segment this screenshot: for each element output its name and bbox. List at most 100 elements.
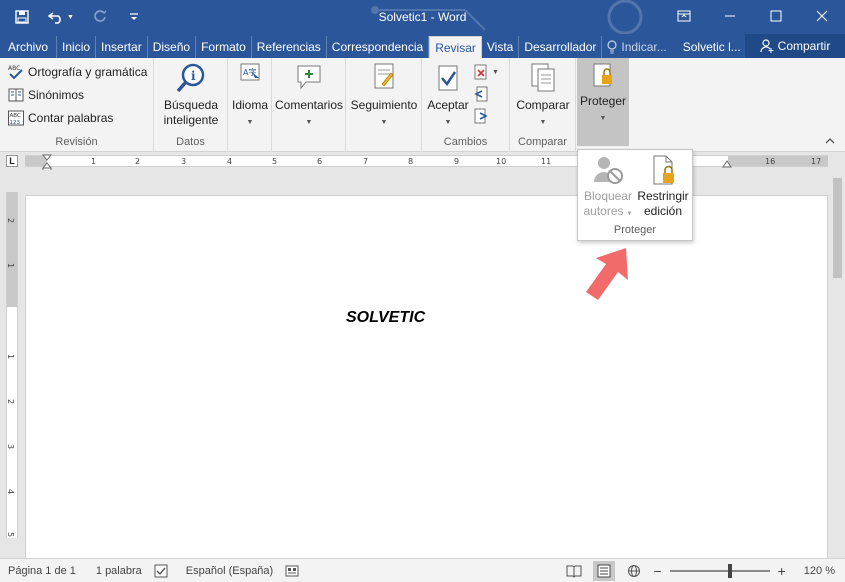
vruler-number: 2	[6, 398, 16, 405]
close-button[interactable]	[799, 0, 845, 32]
ruler-number: 6	[317, 157, 323, 166]
reject-dropdown-icon[interactable]: ▼	[492, 69, 499, 76]
tab-vista[interactable]: Vista	[482, 36, 520, 58]
tab-insertar[interactable]: Insertar	[96, 36, 148, 58]
group-comparar: Comparar ▼ Comparar	[510, 58, 576, 152]
tab-archivo[interactable]: Archivo	[0, 36, 58, 58]
restrict-editing-icon	[653, 155, 674, 185]
document-area: SOLVETIC	[0, 170, 845, 570]
zoom-out-button[interactable]: −	[653, 563, 661, 579]
print-layout-button[interactable]	[593, 561, 616, 581]
annotation-arrow-icon	[586, 248, 628, 300]
spelling-button[interactable]: ABC Ortografía y gramática	[8, 64, 147, 80]
zoom-level[interactable]: 120 %	[804, 565, 835, 577]
language-label: Idioma	[231, 98, 269, 112]
tab-correspondencia[interactable]: Correspondencia	[327, 36, 430, 58]
compare-icon	[531, 63, 555, 92]
minimize-button[interactable]	[707, 0, 753, 32]
scrollbar-thumb[interactable]	[833, 178, 842, 278]
thesaurus-icon	[8, 88, 24, 102]
title-bar: ▼ Solvetic1 - Word	[0, 0, 845, 34]
user-account[interactable]: Solvetic l...	[678, 36, 746, 58]
zoom-slider[interactable]	[669, 564, 770, 578]
vruler-number: 5	[6, 531, 16, 538]
protect-dropdown-icon: ▼	[599, 115, 607, 122]
group-label-cambios: Cambios	[443, 136, 488, 148]
group-idioma: A字 Idioma ▼	[228, 58, 272, 152]
smart-lookup-label-1: Búsqueda	[163, 98, 219, 112]
accept-button[interactable]: Aceptar ▼	[424, 62, 472, 130]
zoom-in-button[interactable]: +	[778, 563, 786, 579]
next-change-button[interactable]	[474, 108, 488, 127]
tell-me-box[interactable]: Indicar...	[602, 36, 671, 58]
accept-label: Aceptar	[427, 98, 469, 112]
group-comentarios: Comentarios ▼	[272, 58, 346, 152]
svg-text:ABC: ABC	[8, 65, 20, 72]
right-indent-marker-icon[interactable]	[722, 158, 732, 168]
minimize-icon	[725, 15, 735, 17]
document-page[interactable]: SOLVETIC	[25, 195, 828, 570]
compare-button[interactable]: Comparar ▼	[512, 62, 574, 130]
read-mode-button[interactable]	[563, 561, 585, 581]
word-count-button[interactable]: ABC 123 Contar palabras	[8, 110, 113, 126]
macro-recording-icon[interactable]	[285, 564, 299, 578]
vertical-scrollbar[interactable]	[830, 170, 845, 542]
block-authors-icon	[594, 157, 623, 184]
language-status[interactable]: Español (España)	[186, 565, 273, 577]
ribbon: ABC Ortografía y gramática Sinónimos ABC…	[0, 58, 845, 152]
tab-inicio[interactable]: Inicio	[57, 36, 97, 58]
ruler-strip: 1 2 3 4 5 6 7 8 9 10 11 16 17	[25, 155, 828, 167]
synonyms-label: Sinónimos	[28, 88, 85, 102]
chevron-up-icon	[825, 138, 835, 144]
zoom-slider-thumb[interactable]	[727, 564, 732, 578]
accept-dropdown-icon: ▼	[444, 119, 452, 126]
top-margin-shade	[7, 192, 17, 307]
tab-formato[interactable]: Formato	[196, 36, 252, 58]
language-dropdown-icon: ▼	[246, 119, 254, 126]
group-proteger: Proteger ▼	[576, 58, 630, 152]
block-authors-button[interactable]: Bloquear autores ▼	[581, 154, 635, 222]
share-label: Compartir	[777, 39, 831, 53]
protect-button[interactable]: Proteger ▼	[577, 58, 629, 146]
vertical-ruler[interactable]: 2 1 1 2 3 4 5	[6, 192, 18, 538]
block-authors-label-1: Bloquear	[583, 189, 633, 203]
tab-desarrollador[interactable]: Desarrollador	[519, 36, 603, 58]
vruler-number: 3	[6, 443, 16, 450]
word-count[interactable]: 1 palabra	[96, 565, 142, 577]
tracking-button[interactable]: Seguimiento ▼	[348, 62, 420, 130]
web-layout-button[interactable]	[623, 561, 645, 581]
synonyms-button[interactable]: Sinónimos	[8, 87, 84, 103]
tab-revisar[interactable]: Revisar	[429, 36, 482, 58]
lightbulb-icon	[607, 40, 617, 54]
group-seguimiento: Seguimiento ▼	[346, 58, 422, 152]
reject-button[interactable]: ▼	[474, 64, 499, 80]
comments-button[interactable]: Comentarios ▼	[274, 62, 344, 130]
comment-icon	[297, 65, 321, 90]
maximize-button[interactable]	[753, 0, 799, 32]
next-change-icon	[474, 108, 488, 124]
document-text[interactable]: SOLVETIC	[346, 309, 425, 327]
svg-text:i: i	[191, 69, 196, 83]
ruler-number: 2	[135, 157, 141, 166]
ribbon-display-options-button[interactable]	[661, 0, 707, 32]
ruler-number: 10	[496, 157, 507, 166]
language-button[interactable]: A字 Idioma ▼	[230, 62, 270, 130]
smart-lookup-button[interactable]: i Búsqueda inteligente	[158, 62, 224, 128]
ruler-number: 3	[181, 157, 187, 166]
comments-label: Comentarios	[274, 98, 344, 112]
ruler-number: 8	[408, 157, 414, 166]
group-label-revision: Revisión	[55, 136, 98, 148]
block-authors-dropdown-icon: ▼	[626, 211, 633, 217]
share-button[interactable]: Compartir	[745, 34, 845, 58]
compare-dropdown-icon: ▼	[539, 119, 547, 126]
tab-referencias[interactable]: Referencias	[252, 36, 327, 58]
restrict-editing-button[interactable]: Restringir edición	[634, 154, 692, 219]
tab-selector[interactable]: L	[6, 155, 18, 167]
tab-diseno[interactable]: Diseño	[148, 36, 197, 58]
proofing-icon[interactable]	[154, 564, 168, 578]
page-count[interactable]: Página 1 de 1	[8, 565, 76, 577]
previous-change-button[interactable]	[474, 86, 488, 105]
group-label-comparar: Comparar	[518, 136, 567, 148]
horizontal-ruler[interactable]: L 1 2 3 4 5 6 7 8 9 10 11 16 17	[0, 152, 845, 174]
collapse-ribbon-button[interactable]	[825, 133, 835, 147]
